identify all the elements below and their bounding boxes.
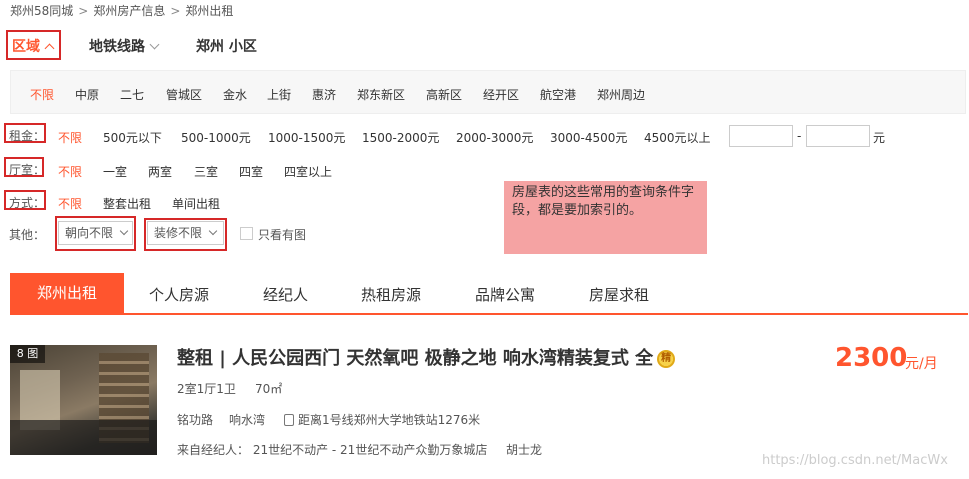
room-option[interactable]: 一室 bbox=[103, 163, 127, 180]
listing-layout: 2室1厅1卫 bbox=[177, 382, 236, 396]
room-option[interactable]: 三室 bbox=[194, 163, 218, 180]
tab-agent[interactable]: 经纪人 bbox=[263, 284, 308, 305]
district-item[interactable]: 管城区 bbox=[166, 86, 202, 103]
listing-agent-name[interactable]: 胡士龙 bbox=[506, 441, 542, 458]
room-label: 厅室： bbox=[9, 163, 46, 177]
rent-unit: 元 bbox=[873, 131, 886, 145]
xiaoqu-tab[interactable]: 郑州 小区 bbox=[196, 36, 257, 56]
rent-max-input[interactable] bbox=[806, 125, 870, 147]
breadcrumb-separator: > bbox=[78, 4, 89, 18]
rent-min-input[interactable] bbox=[729, 125, 793, 147]
subway-icon bbox=[284, 413, 294, 426]
room-option[interactable]: 不限 bbox=[58, 163, 82, 180]
district-item[interactable]: 二七 bbox=[120, 86, 144, 103]
rent-option[interactable]: 500-1000元 bbox=[181, 129, 251, 146]
metro-tab[interactable]: 地铁线路 bbox=[89, 36, 160, 56]
district-item[interactable]: 郑东新区 bbox=[357, 86, 405, 103]
rent-option[interactable]: 2000-3000元 bbox=[456, 129, 533, 146]
chevron-up-icon bbox=[44, 43, 55, 54]
room-option[interactable]: 四室以上 bbox=[284, 163, 332, 180]
tab-personal[interactable]: 个人房源 bbox=[149, 284, 209, 305]
orientation-select-value: 朝向不限 bbox=[65, 226, 114, 240]
decoration-select[interactable]: 装修不限 bbox=[147, 221, 224, 245]
listing-price-unit: 元/月 bbox=[905, 356, 938, 372]
region-tab-label: 区域 bbox=[12, 39, 40, 55]
listing-subway: 距离1号线郑州大学地铁站1276米 bbox=[284, 411, 480, 428]
mode-option[interactable]: 不限 bbox=[58, 195, 82, 212]
breadcrumb-item[interactable]: 郑州58同城 bbox=[10, 4, 73, 18]
mode-option[interactable]: 整套出租 bbox=[103, 195, 151, 212]
rent-option[interactable]: 1500-2000元 bbox=[362, 129, 439, 146]
district-item[interactable]: 金水 bbox=[223, 86, 247, 103]
listing-title-text: 整租 | 人民公园西门 天然氧吧 极静之地 响水湾精装复式 全 bbox=[177, 348, 654, 369]
chevron-down-icon bbox=[208, 226, 218, 236]
rent-option[interactable]: 1000-1500元 bbox=[268, 129, 345, 146]
district-item[interactable]: 郑州周边 bbox=[597, 86, 645, 103]
room-option[interactable]: 两室 bbox=[148, 163, 172, 180]
rent-label: 租金： bbox=[9, 129, 46, 143]
photo-only-label: 只看有图 bbox=[258, 228, 307, 242]
rent-option[interactable]: 3000-4500元 bbox=[550, 129, 627, 146]
listing-road[interactable]: 铭功路 bbox=[177, 411, 213, 428]
photo-only-checkbox[interactable] bbox=[240, 227, 253, 240]
breadcrumb-item[interactable]: 郑州出租 bbox=[185, 4, 233, 18]
breadcrumb-item[interactable]: 郑州房产信息 bbox=[93, 4, 165, 18]
breadcrumb: 郑州58同城 > 郑州房产信息 > 郑州出租 bbox=[10, 2, 233, 19]
thumbnail-floor bbox=[10, 420, 157, 455]
district-item[interactable]: 经开区 bbox=[483, 86, 519, 103]
rent-range-dash: - bbox=[797, 129, 802, 143]
tab-brand-apartment[interactable]: 品牌公寓 bbox=[475, 284, 535, 305]
district-item[interactable]: 高新区 bbox=[426, 86, 462, 103]
mode-label: 方式： bbox=[9, 196, 46, 210]
district-item[interactable]: 中原 bbox=[75, 86, 99, 103]
breadcrumb-separator: > bbox=[170, 4, 181, 18]
region-tab[interactable]: 区域 bbox=[12, 36, 55, 56]
decoration-select-value: 装修不限 bbox=[154, 226, 203, 240]
district-item[interactable]: 航空港 bbox=[540, 86, 576, 103]
listing-community[interactable]: 响水湾 bbox=[229, 411, 265, 428]
listing-price: 2300 bbox=[835, 343, 908, 373]
orientation-select[interactable]: 朝向不限 bbox=[58, 221, 133, 245]
tab-underline bbox=[10, 313, 968, 315]
tab-wanted[interactable]: 房屋求租 bbox=[589, 284, 649, 305]
chevron-down-icon bbox=[119, 226, 129, 236]
tab-zhengzhou-rent[interactable]: 郑州出租 bbox=[10, 273, 124, 313]
listing-area: 70㎡ bbox=[255, 382, 283, 396]
chevron-down-icon bbox=[149, 39, 160, 50]
listing-agent: 来自经纪人： 21世纪不动产 - 21世纪不动产众勤万象城店 bbox=[177, 443, 488, 457]
rent-option[interactable]: 4500元以上 bbox=[644, 129, 711, 146]
mode-option[interactable]: 单间出租 bbox=[172, 195, 220, 212]
rent-option[interactable]: 不限 bbox=[58, 129, 82, 146]
district-item[interactable]: 不限 bbox=[30, 86, 54, 103]
watermark: https://blog.csdn.net/MacWx bbox=[762, 453, 948, 468]
metro-tab-label: 地铁线路 bbox=[89, 39, 145, 55]
annotation-note: 房屋表的这些常用的查询条件字段，都是要加索引的。 bbox=[504, 181, 707, 254]
listing-subway-text: 距离1号线郑州大学地铁站1276米 bbox=[298, 413, 481, 427]
medal-icon: 精 bbox=[657, 350, 676, 368]
district-panel: 不限 中原 二七 管城区 金水 上街 惠济 郑东新区 高新区 经开区 航空港 郑… bbox=[10, 70, 966, 114]
district-item[interactable]: 上街 bbox=[267, 86, 291, 103]
listing-title[interactable]: 整租 | 人民公园西门 天然氧吧 极静之地 响水湾精装复式 全精 bbox=[177, 344, 676, 370]
rent-option[interactable]: 500元以下 bbox=[103, 129, 162, 146]
other-label: 其他： bbox=[9, 228, 46, 242]
image-count-badge: 8 图 bbox=[10, 345, 45, 363]
district-item[interactable]: 惠济 bbox=[312, 86, 336, 103]
room-option[interactable]: 四室 bbox=[239, 163, 263, 180]
tab-hot-rent[interactable]: 热租房源 bbox=[361, 284, 421, 305]
